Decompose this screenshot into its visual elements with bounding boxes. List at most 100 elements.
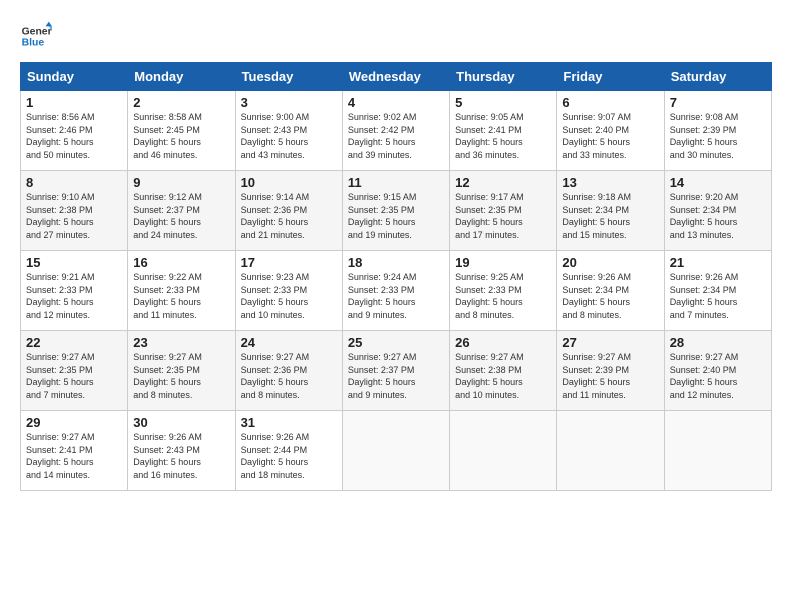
- day-info: Sunrise: 8:56 AM Sunset: 2:46 PM Dayligh…: [26, 111, 122, 161]
- day-info: Sunrise: 9:05 AM Sunset: 2:41 PM Dayligh…: [455, 111, 551, 161]
- day-cell: 18Sunrise: 9:24 AM Sunset: 2:33 PM Dayli…: [342, 251, 449, 331]
- day-cell: [342, 411, 449, 491]
- day-cell: 24Sunrise: 9:27 AM Sunset: 2:36 PM Dayli…: [235, 331, 342, 411]
- day-cell: 11Sunrise: 9:15 AM Sunset: 2:35 PM Dayli…: [342, 171, 449, 251]
- day-cell: 30Sunrise: 9:26 AM Sunset: 2:43 PM Dayli…: [128, 411, 235, 491]
- header-row: SundayMondayTuesdayWednesdayThursdayFrid…: [21, 63, 772, 91]
- header-cell-wednesday: Wednesday: [342, 63, 449, 91]
- day-info: Sunrise: 9:21 AM Sunset: 2:33 PM Dayligh…: [26, 271, 122, 321]
- day-info: Sunrise: 9:27 AM Sunset: 2:40 PM Dayligh…: [670, 351, 766, 401]
- day-info: Sunrise: 9:27 AM Sunset: 2:38 PM Dayligh…: [455, 351, 551, 401]
- day-number: 21: [670, 255, 766, 270]
- day-cell: 28Sunrise: 9:27 AM Sunset: 2:40 PM Dayli…: [664, 331, 771, 411]
- week-row: 15Sunrise: 9:21 AM Sunset: 2:33 PM Dayli…: [21, 251, 772, 331]
- day-number: 24: [241, 335, 337, 350]
- day-info: Sunrise: 9:15 AM Sunset: 2:35 PM Dayligh…: [348, 191, 444, 241]
- day-cell: 7Sunrise: 9:08 AM Sunset: 2:39 PM Daylig…: [664, 91, 771, 171]
- day-info: Sunrise: 9:27 AM Sunset: 2:37 PM Dayligh…: [348, 351, 444, 401]
- day-number: 3: [241, 95, 337, 110]
- day-number: 18: [348, 255, 444, 270]
- day-cell: 5Sunrise: 9:05 AM Sunset: 2:41 PM Daylig…: [450, 91, 557, 171]
- svg-text:Blue: Blue: [22, 38, 45, 49]
- day-info: Sunrise: 9:24 AM Sunset: 2:33 PM Dayligh…: [348, 271, 444, 321]
- day-number: 4: [348, 95, 444, 110]
- day-number: 5: [455, 95, 551, 110]
- day-info: Sunrise: 9:27 AM Sunset: 2:35 PM Dayligh…: [26, 351, 122, 401]
- calendar-body: 1Sunrise: 8:56 AM Sunset: 2:46 PM Daylig…: [21, 91, 772, 491]
- day-number: 19: [455, 255, 551, 270]
- header: General Blue: [20, 20, 772, 52]
- day-number: 13: [562, 175, 658, 190]
- day-info: Sunrise: 9:27 AM Sunset: 2:41 PM Dayligh…: [26, 431, 122, 481]
- day-cell: 14Sunrise: 9:20 AM Sunset: 2:34 PM Dayli…: [664, 171, 771, 251]
- header-cell-tuesday: Tuesday: [235, 63, 342, 91]
- day-number: 1: [26, 95, 122, 110]
- logo: General Blue: [20, 20, 52, 52]
- logo-icon: General Blue: [20, 20, 52, 52]
- day-info: Sunrise: 9:25 AM Sunset: 2:33 PM Dayligh…: [455, 271, 551, 321]
- svg-text:General: General: [22, 26, 52, 37]
- week-row: 29Sunrise: 9:27 AM Sunset: 2:41 PM Dayli…: [21, 411, 772, 491]
- day-cell: 19Sunrise: 9:25 AM Sunset: 2:33 PM Dayli…: [450, 251, 557, 331]
- header-cell-saturday: Saturday: [664, 63, 771, 91]
- day-cell: 20Sunrise: 9:26 AM Sunset: 2:34 PM Dayli…: [557, 251, 664, 331]
- day-info: Sunrise: 9:10 AM Sunset: 2:38 PM Dayligh…: [26, 191, 122, 241]
- day-cell: [664, 411, 771, 491]
- week-row: 1Sunrise: 8:56 AM Sunset: 2:46 PM Daylig…: [21, 91, 772, 171]
- day-info: Sunrise: 9:26 AM Sunset: 2:44 PM Dayligh…: [241, 431, 337, 481]
- header-cell-monday: Monday: [128, 63, 235, 91]
- day-cell: 16Sunrise: 9:22 AM Sunset: 2:33 PM Dayli…: [128, 251, 235, 331]
- day-info: Sunrise: 9:08 AM Sunset: 2:39 PM Dayligh…: [670, 111, 766, 161]
- day-number: 28: [670, 335, 766, 350]
- day-info: Sunrise: 9:26 AM Sunset: 2:43 PM Dayligh…: [133, 431, 229, 481]
- day-cell: 3Sunrise: 9:00 AM Sunset: 2:43 PM Daylig…: [235, 91, 342, 171]
- day-number: 6: [562, 95, 658, 110]
- day-cell: 31Sunrise: 9:26 AM Sunset: 2:44 PM Dayli…: [235, 411, 342, 491]
- calendar-table: SundayMondayTuesdayWednesdayThursdayFrid…: [20, 62, 772, 491]
- day-cell: 2Sunrise: 8:58 AM Sunset: 2:45 PM Daylig…: [128, 91, 235, 171]
- day-info: Sunrise: 9:27 AM Sunset: 2:35 PM Dayligh…: [133, 351, 229, 401]
- day-number: 7: [670, 95, 766, 110]
- day-cell: 23Sunrise: 9:27 AM Sunset: 2:35 PM Dayli…: [128, 331, 235, 411]
- day-number: 2: [133, 95, 229, 110]
- day-number: 11: [348, 175, 444, 190]
- day-number: 15: [26, 255, 122, 270]
- day-cell: 25Sunrise: 9:27 AM Sunset: 2:37 PM Dayli…: [342, 331, 449, 411]
- day-number: 20: [562, 255, 658, 270]
- day-number: 14: [670, 175, 766, 190]
- day-cell: 13Sunrise: 9:18 AM Sunset: 2:34 PM Dayli…: [557, 171, 664, 251]
- day-number: 16: [133, 255, 229, 270]
- day-cell: [450, 411, 557, 491]
- day-info: Sunrise: 9:26 AM Sunset: 2:34 PM Dayligh…: [670, 271, 766, 321]
- day-number: 8: [26, 175, 122, 190]
- day-info: Sunrise: 9:17 AM Sunset: 2:35 PM Dayligh…: [455, 191, 551, 241]
- day-cell: 8Sunrise: 9:10 AM Sunset: 2:38 PM Daylig…: [21, 171, 128, 251]
- header-cell-thursday: Thursday: [450, 63, 557, 91]
- day-info: Sunrise: 9:27 AM Sunset: 2:39 PM Dayligh…: [562, 351, 658, 401]
- day-cell: 9Sunrise: 9:12 AM Sunset: 2:37 PM Daylig…: [128, 171, 235, 251]
- day-number: 17: [241, 255, 337, 270]
- day-info: Sunrise: 8:58 AM Sunset: 2:45 PM Dayligh…: [133, 111, 229, 161]
- day-info: Sunrise: 9:22 AM Sunset: 2:33 PM Dayligh…: [133, 271, 229, 321]
- day-number: 30: [133, 415, 229, 430]
- day-number: 31: [241, 415, 337, 430]
- day-cell: 4Sunrise: 9:02 AM Sunset: 2:42 PM Daylig…: [342, 91, 449, 171]
- day-number: 12: [455, 175, 551, 190]
- week-row: 8Sunrise: 9:10 AM Sunset: 2:38 PM Daylig…: [21, 171, 772, 251]
- day-info: Sunrise: 9:27 AM Sunset: 2:36 PM Dayligh…: [241, 351, 337, 401]
- day-number: 22: [26, 335, 122, 350]
- day-cell: 15Sunrise: 9:21 AM Sunset: 2:33 PM Dayli…: [21, 251, 128, 331]
- day-number: 27: [562, 335, 658, 350]
- day-cell: 10Sunrise: 9:14 AM Sunset: 2:36 PM Dayli…: [235, 171, 342, 251]
- day-cell: 26Sunrise: 9:27 AM Sunset: 2:38 PM Dayli…: [450, 331, 557, 411]
- week-row: 22Sunrise: 9:27 AM Sunset: 2:35 PM Dayli…: [21, 331, 772, 411]
- day-info: Sunrise: 9:18 AM Sunset: 2:34 PM Dayligh…: [562, 191, 658, 241]
- day-info: Sunrise: 9:12 AM Sunset: 2:37 PM Dayligh…: [133, 191, 229, 241]
- day-cell: 12Sunrise: 9:17 AM Sunset: 2:35 PM Dayli…: [450, 171, 557, 251]
- day-info: Sunrise: 9:07 AM Sunset: 2:40 PM Dayligh…: [562, 111, 658, 161]
- day-cell: [557, 411, 664, 491]
- day-info: Sunrise: 9:23 AM Sunset: 2:33 PM Dayligh…: [241, 271, 337, 321]
- day-info: Sunrise: 9:14 AM Sunset: 2:36 PM Dayligh…: [241, 191, 337, 241]
- day-number: 9: [133, 175, 229, 190]
- day-info: Sunrise: 9:26 AM Sunset: 2:34 PM Dayligh…: [562, 271, 658, 321]
